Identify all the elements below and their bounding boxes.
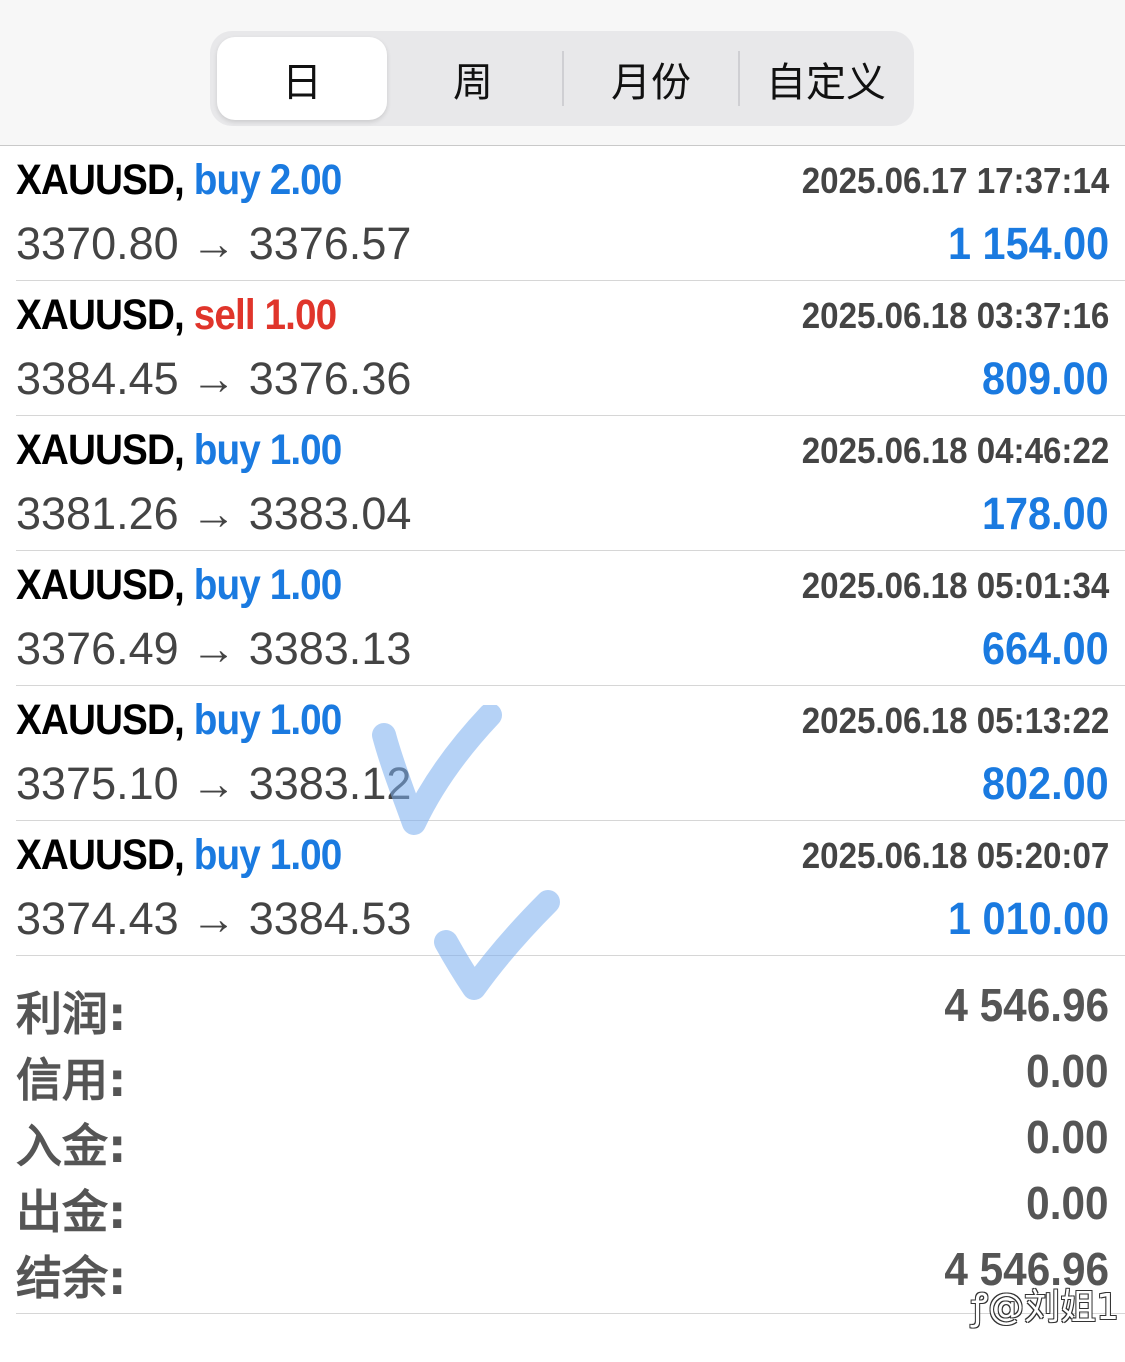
watermark: ꝭ@刘姐1 [971, 1287, 1119, 1328]
deal-volume: 1.00 [269, 426, 343, 474]
deal-profit: 1 010.00 [947, 893, 1109, 944]
summary-label: 出金: [16, 1185, 127, 1239]
segment-divider [562, 51, 564, 106]
deal-prices: 3374.43 → 3384.53 [16, 893, 411, 945]
summary-credit: 信用: 0.00 [0, 1040, 1125, 1107]
close-price: 3376.36 [248, 353, 412, 404]
close-price: 3383.13 [248, 623, 412, 674]
open-price: 3376.49 [16, 623, 179, 674]
row-divider [16, 955, 1125, 956]
deal-side: buy [193, 831, 261, 879]
open-price: 3374.43 [16, 893, 179, 944]
open-price: 3370.80 [16, 218, 179, 269]
arrow-icon: → [191, 758, 237, 809]
deal-row[interactable]: XAUUSD, buy 2.00 2025.06.17 17:37:14 337… [0, 146, 1125, 281]
deal-prices: 3370.80 → 3376.57 [16, 218, 411, 270]
summary-value: 0.00 [1026, 1177, 1109, 1229]
summary-withdrawal: 出金: 0.00 [0, 1172, 1125, 1239]
deal-side: sell [193, 291, 256, 339]
tab-month[interactable]: 月份 [565, 37, 737, 120]
summary-deposit: 入金: 0.00 [0, 1106, 1125, 1173]
summary-profit: 利润: 4 546.96 [0, 974, 1125, 1041]
deal-symbol: XAUUSD, buy 1.00 [16, 561, 343, 609]
deal-symbol: XAUUSD, buy 1.00 [16, 831, 343, 879]
summary-value: 0.00 [1026, 1045, 1109, 1097]
arrow-icon: → [191, 893, 237, 944]
deal-side: buy [193, 426, 261, 474]
deal-volume: 1.00 [264, 291, 338, 339]
tab-day[interactable]: 日 [217, 37, 387, 120]
arrow-icon: → [191, 353, 237, 404]
arrow-icon: → [191, 623, 237, 674]
summary-value: 4 546.96 [944, 979, 1109, 1031]
deal-time: 2025.06.18 05:01:34 [801, 565, 1109, 606]
arrow-icon: → [191, 218, 237, 269]
summary-label: 入金: [16, 1119, 127, 1173]
deal-prices: 3375.10 → 3383.12 [16, 758, 411, 810]
deal-prices: 3376.49 → 3383.13 [16, 623, 411, 675]
deal-symbol: XAUUSD, buy 1.00 [16, 426, 343, 474]
deal-symbol: XAUUSD, buy 1.00 [16, 696, 343, 744]
deal-profit: 178.00 [982, 488, 1109, 539]
deal-side: buy [193, 561, 261, 609]
deal-row[interactable]: XAUUSD, buy 1.00 2025.06.18 05:01:34 337… [0, 551, 1125, 686]
deal-prices: 3384.45 → 3376.36 [16, 353, 411, 405]
deal-time: 2025.06.18 04:46:22 [801, 430, 1109, 471]
deal-prices: 3381.26 → 3383.04 [16, 488, 411, 540]
deal-side: buy [193, 696, 261, 744]
deal-time: 2025.06.17 17:37:14 [801, 160, 1109, 201]
summary-value: 0.00 [1026, 1111, 1109, 1163]
deal-row[interactable]: XAUUSD, buy 1.00 2025.06.18 05:20:07 337… [0, 821, 1125, 956]
deal-profit: 1 154.00 [947, 218, 1109, 269]
close-price: 3376.57 [248, 218, 412, 269]
deal-time: 2025.06.18 05:13:22 [801, 700, 1109, 741]
deal-volume: 2.00 [269, 156, 343, 204]
deal-time: 2025.06.18 03:37:16 [801, 295, 1109, 336]
arrow-icon: → [191, 488, 237, 539]
period-segmented-control: 日 周 月份 自定义 [210, 31, 914, 126]
checkmark-icon [434, 890, 560, 1000]
open-price: 3384.45 [16, 353, 179, 404]
deal-row[interactable]: XAUUSD, buy 1.00 2025.06.18 05:13:22 337… [0, 686, 1125, 821]
period-toolbar: 日 周 月份 自定义 [0, 0, 1125, 146]
weibo-icon: ꝭ [971, 1287, 989, 1328]
summary-label: 结余: [16, 1251, 127, 1305]
summary-divider [16, 1313, 1125, 1314]
deal-symbol: XAUUSD, sell 1.00 [16, 291, 338, 339]
tab-custom[interactable]: 自定义 [741, 37, 911, 120]
deal-volume: 1.00 [269, 831, 343, 879]
deal-row[interactable]: XAUUSD, buy 1.00 2025.06.18 04:46:22 338… [0, 416, 1125, 551]
deal-time: 2025.06.18 05:20:07 [801, 835, 1109, 876]
deal-profit: 664.00 [982, 623, 1109, 674]
deal-side: buy [193, 156, 261, 204]
open-price: 3375.10 [16, 758, 179, 809]
segment-divider [738, 51, 740, 106]
deal-volume: 1.00 [269, 696, 343, 744]
close-price: 3383.04 [248, 488, 412, 539]
deal-row[interactable]: XAUUSD, sell 1.00 2025.06.18 03:37:16 33… [0, 281, 1125, 416]
deal-volume: 1.00 [269, 561, 343, 609]
deal-profit: 809.00 [982, 353, 1109, 404]
deal-symbol: XAUUSD, buy 2.00 [16, 156, 343, 204]
summary-label: 信用: [16, 1053, 127, 1107]
open-price: 3381.26 [16, 488, 179, 539]
checkmark-icon [372, 705, 502, 835]
close-price: 3384.53 [248, 893, 412, 944]
summary-balance: 结余: 4 546.96 [0, 1238, 1125, 1305]
deal-profit: 802.00 [982, 758, 1109, 809]
summary-label: 利润: [16, 987, 127, 1041]
tab-week[interactable]: 周 [388, 37, 558, 120]
